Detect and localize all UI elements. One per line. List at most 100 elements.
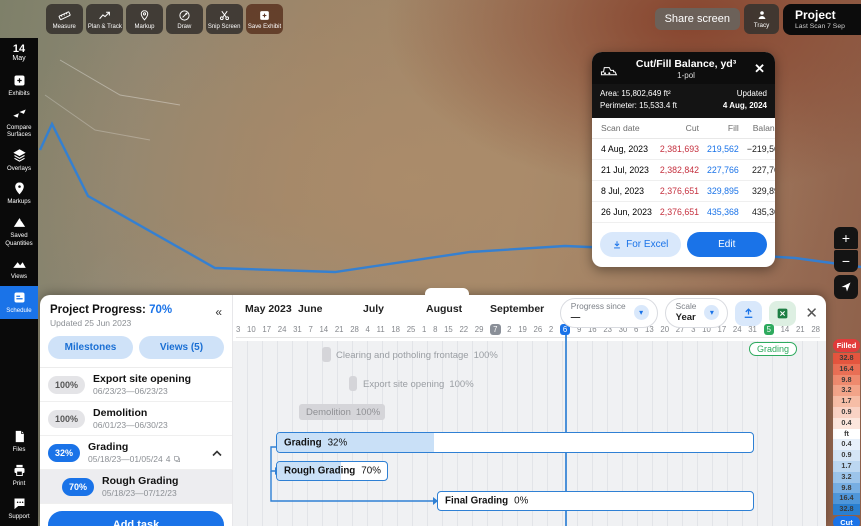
cutfill-table: Scan date Cut Fill Balance 4 Aug, 2023 2…	[592, 118, 775, 223]
fill-value: 435,368	[703, 201, 743, 223]
layers-icon	[12, 149, 26, 162]
fill-value: 219,562	[703, 138, 743, 160]
save-exhibit-button[interactable]: Save Exhibit	[246, 4, 283, 34]
collapse-panel-icon[interactable]: «	[215, 305, 222, 319]
add-task-button[interactable]: Add task	[48, 511, 224, 526]
scan-date: 26 Jun, 2023	[592, 201, 656, 223]
task-row-rough-grading[interactable]: 70% Rough Grading 05/18/23—07/12/23	[40, 470, 232, 504]
column-header-fill[interactable]: Fill	[703, 118, 743, 139]
schedule-panel: Project Progress: 70% Updated 25 Jun 202…	[40, 288, 826, 526]
sidebar-item-schedule[interactable]: Schedule	[0, 285, 38, 320]
tab-milestones[interactable]: Milestones	[48, 336, 133, 359]
upload-icon	[745, 307, 753, 318]
tick-label: 1	[422, 325, 427, 334]
zoom-out-button[interactable]: −	[834, 250, 858, 272]
sidebar-item-markups[interactable]: Markups	[0, 177, 38, 211]
scale-dropdown[interactable]: Scale Year ▾	[664, 298, 729, 329]
task-row-grading[interactable]: 32% Grading 05/18/23—01/05/24 4	[40, 436, 232, 470]
schedule-tabs: Milestones Views (5)	[40, 334, 232, 367]
table-row[interactable]: 26 Jun, 2023 2,376,651 435,368 435,368	[592, 201, 775, 223]
column-header-balance[interactable]: Balance	[742, 118, 775, 139]
cutfill-updated-label: Updated	[736, 89, 767, 98]
close-icon[interactable]: ✕	[803, 304, 820, 322]
scale-cut-label: Cut	[833, 515, 860, 526]
gantt-bar-grading[interactable]: Grading 32%	[276, 432, 754, 453]
user-name: Tracy	[753, 22, 770, 29]
scale-value: 1.7	[833, 460, 860, 472]
upload-schedule-button[interactable]	[735, 300, 763, 326]
export-excel-button[interactable]	[769, 300, 797, 326]
dozer-icon	[600, 67, 618, 76]
cut-value: 2,381,693	[655, 138, 704, 160]
column-header-cut[interactable]: Cut	[655, 118, 704, 139]
sidebar-item-overlays[interactable]: Overlays	[0, 144, 38, 178]
markup-button[interactable]: Markup	[126, 4, 163, 34]
scale-value: 32.8	[833, 504, 860, 515]
tick-label: 14	[319, 325, 329, 334]
download-icon	[614, 240, 621, 248]
task-row-export-site-opening[interactable]: 100% Export site opening 06/23/23—06/23/…	[40, 368, 232, 402]
gantt-bar-final-grading[interactable]: Final Grading 0%	[437, 491, 754, 511]
edit-button[interactable]: Edit	[686, 232, 767, 257]
table-row[interactable]: 4 Aug, 2023 2,381,693 219,562 −219,562	[592, 138, 775, 160]
tick-label: 25	[406, 325, 416, 334]
user-avatar[interactable]: Tracy	[744, 4, 779, 34]
measure-button[interactable]: Measure	[46, 4, 83, 34]
tick-label: 31	[293, 325, 302, 334]
tab-views[interactable]: Views (5)	[139, 336, 224, 359]
sidebar-item-label: Exhibits	[8, 90, 30, 97]
cutfill-updated-date: 4 Aug, 2024	[722, 101, 767, 110]
month-label: August	[426, 303, 463, 315]
ruler-icon	[58, 10, 71, 20]
gantt-bar-rough-grading[interactable]: Rough Grading 70%	[276, 461, 388, 481]
sidebar-item-views[interactable]: Views	[0, 252, 38, 286]
project-info[interactable]: Project Last Scan 7 Sep	[783, 4, 861, 35]
task-dates: 06/23/23—06/23/23	[93, 386, 168, 396]
gantt-chart[interactable]: May 2023 June July August September 3 10 17 24 3…	[233, 295, 826, 526]
sidebar-item-print[interactable]: Print	[0, 459, 38, 493]
balance-value: 227,766	[742, 159, 775, 181]
task-dates: 05/18/23—07/12/23	[102, 488, 177, 498]
dropdown-label: Progress since	[570, 301, 626, 311]
draw-button[interactable]: Draw	[166, 4, 203, 34]
trend-icon	[99, 11, 110, 19]
sidebar-item-support[interactable]: Support	[0, 492, 38, 526]
plan-track-button[interactable]: Plan & Track	[86, 4, 123, 34]
tool-label: Save Exhibit	[247, 22, 282, 30]
subtask-layers-icon	[174, 456, 181, 462]
locate-button[interactable]	[834, 275, 858, 299]
close-icon[interactable]: ✕	[752, 61, 767, 77]
gantt-bar-label: Final Grading 0%	[445, 495, 529, 507]
grading-end-flag[interactable]: Grading	[749, 342, 798, 356]
task-row-demolition[interactable]: 100% Demolition 06/01/23—06/30/23	[40, 402, 232, 436]
gantt-bar-export-site[interactable]	[349, 376, 357, 391]
cut-value: 2,382,842	[655, 159, 704, 181]
sidebar-item-compare-surfaces[interactable]: Compare Surfaces	[0, 103, 38, 144]
fill-value: 227,766	[703, 159, 743, 181]
top-toolbar: Measure Plan & Track Markup Draw Snip Sc…	[46, 4, 283, 34]
tick-label: 2	[548, 325, 554, 334]
chevron-up-icon[interactable]	[212, 450, 222, 457]
zoom-in-button[interactable]: +	[834, 227, 858, 249]
gantt-bar-clearing[interactable]	[322, 347, 331, 362]
sidebar-item-exhibits[interactable]: Exhibits	[0, 69, 38, 103]
gantt-bar-label: Rough Grading 70%	[284, 465, 381, 477]
scale-value: 16.4	[833, 363, 860, 375]
tool-label: Draw	[177, 22, 192, 30]
table-row[interactable]: 21 Jul, 2023 2,382,842 227,766 227,766	[592, 159, 775, 181]
column-header-scan-date[interactable]: Scan date	[592, 118, 656, 139]
task-progress-badge: 70%	[62, 477, 95, 496]
sidebar-date[interactable]: 14 May	[0, 38, 38, 69]
tick-label: 8	[433, 325, 438, 334]
sidebar-item-files[interactable]: Files	[0, 425, 38, 459]
tick-marker-scan[interactable]: 7	[490, 324, 501, 335]
progress-since-dropdown[interactable]: Progress since — ▾	[559, 298, 658, 329]
snip-screen-button[interactable]: Snip Screen	[206, 4, 243, 34]
sidebar-item-label: Compare Surfaces	[6, 123, 32, 139]
export-excel-button[interactable]: For Excel	[600, 232, 681, 257]
share-screen-button[interactable]: Share screen	[654, 8, 740, 30]
sidebar-item-saved-quantities[interactable]: Saved Quantities	[0, 211, 38, 252]
task-date-range: 05/18/23—01/05/24	[88, 454, 163, 464]
table-row[interactable]: 8 Jul, 2023 2,376,651 329,895 329,895	[592, 180, 775, 202]
printer-icon	[14, 464, 24, 476]
